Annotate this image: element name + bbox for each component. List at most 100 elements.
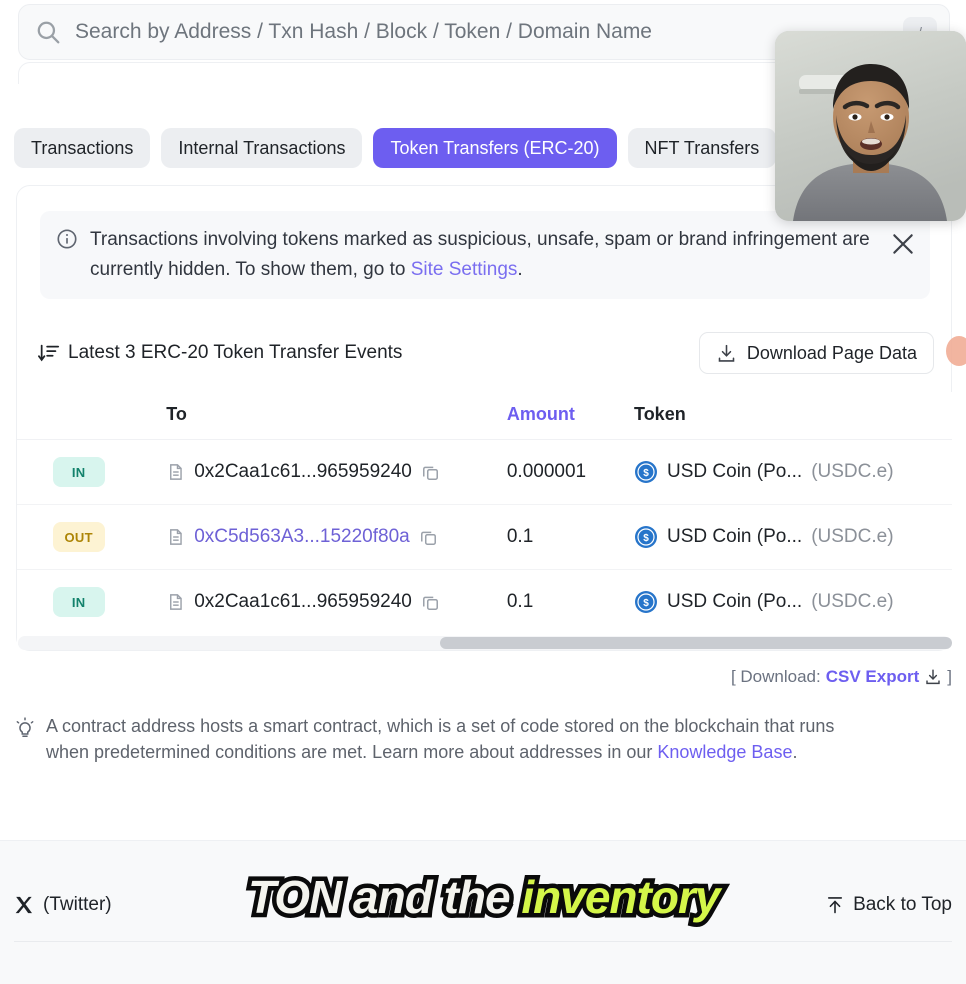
tab-token-transfers-erc20[interactable]: Token Transfers (ERC-20) xyxy=(373,128,617,168)
knowledge-base-link[interactable]: Knowledge Base xyxy=(657,742,792,762)
sort-descending-icon[interactable] xyxy=(38,342,60,364)
transfers-table-body: A3...15220f80a IN 0x2Caa1c61...965959240 xyxy=(17,439,952,635)
transfers-table-scroll[interactable]: From To Amount Token A3...15220f80a xyxy=(17,392,952,644)
from-address-group: A3...15220f80a xyxy=(17,461,53,483)
status-badge: IN xyxy=(52,457,105,487)
status-badge: IN xyxy=(52,587,105,617)
to-address-text: 0x2Caa1c61...965959240 xyxy=(194,461,412,482)
cell-to: 0x2Caa1c61...965959240 xyxy=(166,570,507,635)
footer-twitter-link[interactable]: (Twitter) xyxy=(14,894,112,916)
arrow-up-to-line-icon xyxy=(828,897,843,914)
page-root: / Transactions Internal Transactions Tok… xyxy=(0,0,966,984)
hint-text: A contract address hosts a smart contrac… xyxy=(46,713,874,765)
contract-address-hint: A contract address hosts a smart contrac… xyxy=(14,713,874,765)
close-icon[interactable] xyxy=(890,231,916,257)
table-hscrollbar-thumb[interactable] xyxy=(440,637,952,649)
webcam-video-frame xyxy=(775,31,966,221)
footer-twitter-label: (Twitter) xyxy=(43,894,112,915)
token-group[interactable]: $ USD Coin (Po... (USDC.e) xyxy=(634,460,952,484)
table-row: ..956af61ef IN 0x2Caa1c61...965959240 xyxy=(17,570,952,635)
search-icon xyxy=(37,21,60,44)
site-settings-link[interactable]: Site Settings xyxy=(411,259,518,280)
cell-token: $ USD Coin (Po... (USDC.e) xyxy=(634,570,952,635)
to-address-group: 0x2Caa1c61...965959240 xyxy=(166,591,507,613)
cell-direction: IN xyxy=(52,439,167,505)
svg-text:$: $ xyxy=(643,468,649,479)
cell-token: $ USD Coin (Po... (USDC.e) xyxy=(634,439,952,505)
copy-icon[interactable] xyxy=(421,593,440,612)
tab-internal-transactions[interactable]: Internal Transactions xyxy=(161,128,363,168)
cell-amount: 0.1 xyxy=(506,504,635,570)
svg-text:$: $ xyxy=(643,598,649,609)
lightbulb-icon xyxy=(16,717,34,737)
latest-events-label-group: Latest 3 ERC-20 Token Transfer Events xyxy=(38,342,402,364)
floating-chat-bubble[interactable] xyxy=(946,336,966,366)
to-address-group: 0xC5d563A3...15220f80a xyxy=(166,526,507,548)
notice-text: Transactions involving tokens marked as … xyxy=(90,225,880,285)
to-address-group: 0x2Caa1c61...965959240 xyxy=(166,461,507,483)
to-address-text: 0x2Caa1c61...965959240 xyxy=(194,591,412,612)
cell-amount: 0.1 xyxy=(506,591,534,612)
table-row: 1...965959240 OUT 0xC5d563A3...15220f80a xyxy=(17,504,952,570)
contract-document-icon xyxy=(170,529,182,545)
notice-text-tail: . xyxy=(517,259,523,280)
cell-direction: IN xyxy=(52,570,167,635)
table-summary-row: Latest 3 ERC-20 Token Transfer Events Do… xyxy=(38,332,934,374)
transfers-table-head: From To Amount Token xyxy=(17,392,952,440)
col-header-to[interactable]: To xyxy=(166,392,507,440)
token-symbol: (USDC.e) xyxy=(811,461,894,482)
csv-export-row: [ Download: CSV Export ] xyxy=(731,667,952,687)
usdc-token-icon: $ xyxy=(635,461,658,483)
webcam-overlay[interactable] xyxy=(775,31,966,221)
download-icon[interactable] xyxy=(924,668,942,686)
from-address-group: ..956af61ef xyxy=(17,591,53,613)
token-name: USD Coin (Po... xyxy=(667,461,803,482)
csv-export-link[interactable]: CSV Export xyxy=(826,667,920,687)
tab-transactions[interactable]: Transactions xyxy=(14,128,151,168)
spam-filter-notice: Transactions involving tokens marked as … xyxy=(40,211,930,299)
token-group[interactable]: $ USD Coin (Po... (USDC.e) xyxy=(634,590,952,614)
to-address-link[interactable]: 0xC5d563A3...15220f80a xyxy=(194,526,410,548)
col-header-amount[interactable]: Amount xyxy=(506,392,635,440)
token-name: USD Coin (Po... xyxy=(667,526,803,547)
svg-text:$: $ xyxy=(643,533,649,544)
cell-from: A3...15220f80a xyxy=(17,439,53,505)
cell-token: $ USD Coin (Po... (USDC.e) xyxy=(634,504,952,570)
token-symbol: (USDC.e) xyxy=(811,591,894,612)
from-address-group: 1...965959240 xyxy=(17,526,53,548)
cell-amount: 0.000001 xyxy=(506,439,635,505)
transfers-table: From To Amount Token A3...15220f80a xyxy=(17,392,952,634)
col-header-token[interactable]: Token xyxy=(634,392,952,440)
download-page-data-label: Download Page Data xyxy=(746,342,917,363)
cell-direction: OUT xyxy=(52,504,167,570)
usdc-token-icon: $ xyxy=(635,591,658,613)
token-symbol: (USDC.e) xyxy=(811,526,894,547)
token-name: USD Coin (Po... xyxy=(667,591,803,612)
copy-icon[interactable] xyxy=(419,528,438,547)
download-icon xyxy=(718,344,735,362)
back-to-top-button[interactable]: Back to Top xyxy=(825,894,952,916)
back-to-top-label: Back to Top xyxy=(853,894,952,915)
download-page-data-button[interactable]: Download Page Data xyxy=(698,332,934,374)
x-twitter-icon xyxy=(15,896,32,914)
latest-events-label: Latest 3 ERC-20 Token Transfer Events xyxy=(68,342,403,363)
table-header-row: From To Amount Token xyxy=(17,392,952,440)
caption-highlight-text: inventory xyxy=(517,867,725,928)
col-header-from[interactable]: From xyxy=(17,392,53,440)
col-header-spacer xyxy=(52,392,167,440)
video-caption-overlay: TON and the inventory xyxy=(244,867,725,928)
table-row: A3...15220f80a IN 0x2Caa1c61...965959240 xyxy=(17,439,952,505)
token-group[interactable]: $ USD Coin (Po... (USDC.e) xyxy=(634,525,952,549)
cell-from: ..956af61ef xyxy=(17,570,53,635)
csv-export-prefix: [ Download: xyxy=(730,667,821,686)
contract-document-icon xyxy=(170,594,182,610)
cell-to: 0x2Caa1c61...965959240 xyxy=(166,439,507,505)
search-input[interactable] xyxy=(75,12,895,52)
footer-divider xyxy=(14,941,952,942)
copy-icon[interactable] xyxy=(421,463,440,482)
tab-nft-transfers[interactable]: NFT Transfers xyxy=(627,128,777,168)
cell-from: 1...965959240 xyxy=(17,504,53,570)
hint-text-tail: . xyxy=(792,742,798,762)
csv-export-suffix: ] xyxy=(947,667,952,686)
caption-white-text: TON and the xyxy=(244,867,516,928)
